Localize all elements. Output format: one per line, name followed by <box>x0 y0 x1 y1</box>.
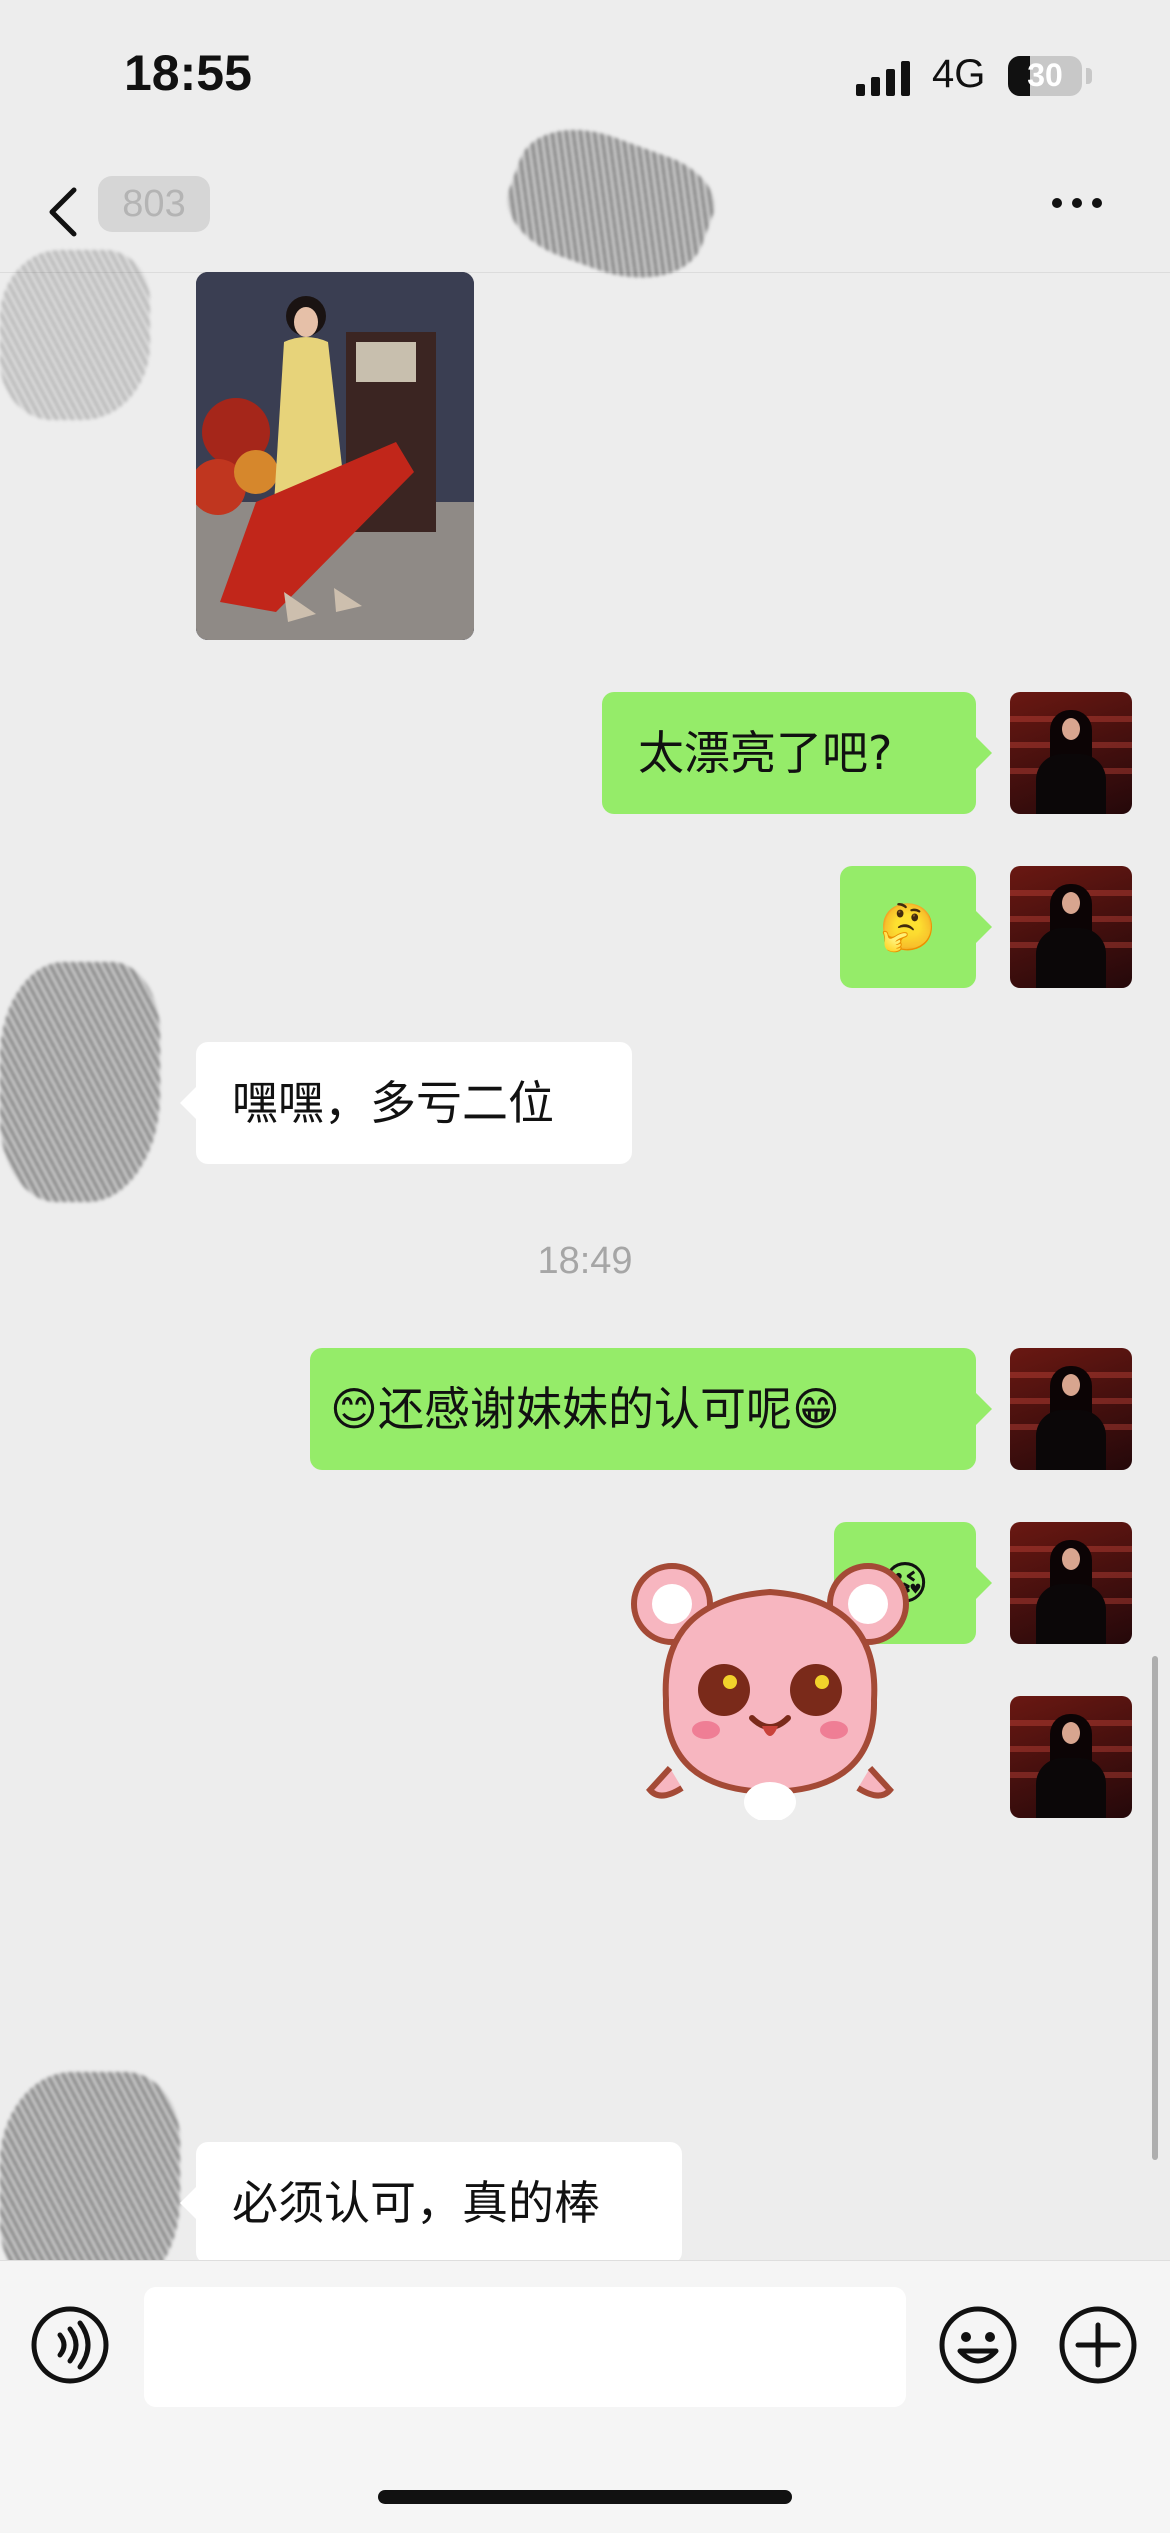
redaction-scribble <box>0 962 160 1202</box>
my-avatar[interactable] <box>1010 1696 1132 1818</box>
message-text: 太漂亮了吧? <box>638 726 893 780</box>
message-input[interactable] <box>144 2287 906 2407</box>
chevron-left-icon <box>49 187 77 237</box>
home-indicator[interactable] <box>378 2490 792 2504</box>
my-message-bubble[interactable]: 🤔 <box>840 866 992 988</box>
message-timestamp: 18:49 <box>537 1240 633 1282</box>
my-message-bubble[interactable]: 太漂亮了吧? <box>602 692 992 814</box>
message-emoji: 🤔 <box>879 900 937 954</box>
contact-message-bubble[interactable]: 嘿嘿，多亏二位 <box>180 1042 632 1164</box>
pink-bear-sticker[interactable] <box>620 1540 920 1822</box>
voice-icon <box>31 2306 109 2384</box>
plus-icon <box>1059 2306 1137 2384</box>
status-bar: 18:55 4G 30 <box>0 0 1170 150</box>
emoji-icon <box>939 2306 1017 2384</box>
voice-button[interactable] <box>30 2305 110 2385</box>
back-button[interactable] <box>40 182 90 242</box>
emoji-button[interactable] <box>938 2305 1018 2385</box>
my-avatar[interactable] <box>1010 692 1132 814</box>
photo-image <box>196 272 474 640</box>
status-time: 18:55 <box>124 45 252 101</box>
message-list[interactable]: 太漂亮了吧? 🤔 嘿嘿，多亏二位 18:49 😊还感谢妹妹的认可呢😁 😘 必须认… <box>0 272 1170 2302</box>
my-avatar[interactable] <box>1010 1522 1132 1644</box>
photo-message[interactable] <box>196 272 474 640</box>
my-avatar[interactable] <box>1010 866 1132 988</box>
redaction-scribble <box>0 250 150 420</box>
battery-tip <box>1086 68 1092 84</box>
contact-message-bubble[interactable]: 必须认可，真的棒 <box>180 2142 682 2264</box>
signal-icon <box>856 60 910 96</box>
message-text: 必须认可，真的棒 <box>232 2176 600 2230</box>
scrollbar[interactable] <box>1152 1656 1158 2160</box>
more-icon[interactable] <box>1052 198 1102 208</box>
battery-icon: 30 <box>1008 56 1082 96</box>
plus-button[interactable] <box>1058 2305 1138 2385</box>
chat-title: 803 <box>98 176 210 232</box>
battery-level: 30 <box>1027 57 1063 93</box>
my-avatar[interactable] <box>1010 1348 1132 1470</box>
network-type: 4G <box>932 52 986 96</box>
my-message-bubble[interactable]: 😊还感谢妹妹的认可呢😁 <box>310 1348 992 1470</box>
message-text: 😊还感谢妹妹的认可呢😁 <box>330 1382 840 1436</box>
message-text: 嘿嘿，多亏二位 <box>232 1076 554 1130</box>
